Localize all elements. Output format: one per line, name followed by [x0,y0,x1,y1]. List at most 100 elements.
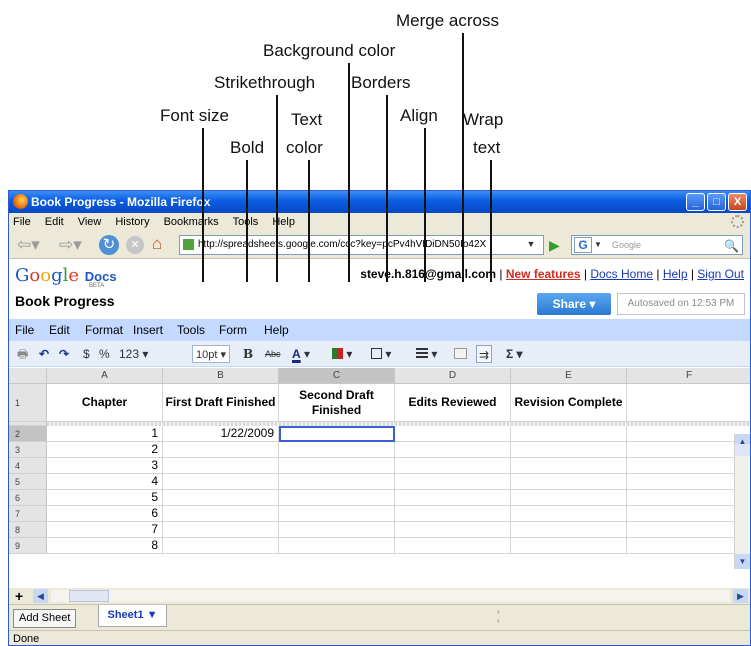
align-button[interactable]: ▾ [416,345,437,363]
column-header-b[interactable]: B [163,368,279,384]
header-cell-f[interactable] [627,384,750,422]
row-number[interactable]: 5 [9,474,47,490]
menu-bookmarks[interactable]: Bookmarks [164,213,219,231]
sign-out-link[interactable]: Sign Out [697,267,744,281]
docs-menu-insert[interactable]: Insert [133,319,163,341]
grid-cell[interactable] [163,522,279,538]
number-format-dropdown[interactable]: 123 ▾ [119,345,148,363]
active-cell[interactable] [279,426,395,442]
grid-cell[interactable]: 7 [47,522,163,538]
grid-cell[interactable]: 5 [47,490,163,506]
column-header-d[interactable]: D [395,368,511,384]
vertical-scrollbar[interactable]: ▲ ▼ [734,434,750,569]
docs-menu-tools[interactable]: Tools [177,319,205,341]
grid-cell[interactable]: 1/22/2009 [163,426,279,442]
magnifier-icon[interactable]: 🔍 [724,237,739,255]
grid-cell[interactable]: 4 [47,474,163,490]
print-icon[interactable]: 🖶 [17,345,28,363]
close-button[interactable]: X [728,193,747,211]
grid-cell[interactable]: 3 [47,458,163,474]
splitter-icon[interactable]: › ‹ [497,607,500,625]
grid-cell[interactable]: 6 [47,506,163,522]
grid-cell[interactable] [279,522,395,538]
minimize-button[interactable]: _ [686,193,705,211]
scroll-right-icon[interactable]: ▶ [733,589,748,603]
document-title[interactable]: Book Progress [15,293,115,309]
redo-icon[interactable]: ↷ [59,345,69,363]
menu-edit[interactable]: Edit [45,213,64,231]
grid-cell[interactable]: 1 [47,426,163,442]
back-arrow-icon[interactable]: ⇦▾ [17,235,40,255]
url-dropdown-icon[interactable]: ▼ [524,236,538,252]
grid-cell[interactable] [511,458,627,474]
grid-cell[interactable] [279,538,395,554]
docs-menu-edit[interactable]: Edit [49,319,70,341]
stop-icon[interactable]: ✕ [126,236,144,254]
grid-cell[interactable] [627,522,750,538]
row-number[interactable]: 8 [9,522,47,538]
text-color-button[interactable]: A ▾ [292,345,310,363]
docs-menu-format[interactable]: Format [85,319,123,341]
row-number[interactable]: 9 [9,538,47,554]
grid-cell[interactable] [511,506,627,522]
grid-cell[interactable] [163,442,279,458]
docs-menu-file[interactable]: File [15,319,34,341]
menu-history[interactable]: History [115,213,149,231]
grid-cell[interactable] [279,490,395,506]
grid-cell[interactable]: 8 [47,538,163,554]
add-rows-button[interactable]: + [15,588,23,604]
corner-cell[interactable] [9,368,47,384]
scroll-down-icon[interactable]: ▼ [735,554,750,569]
help-link[interactable]: Help [663,267,688,281]
grid-cell[interactable] [511,538,627,554]
menu-file[interactable]: File [13,213,31,231]
grid-cell[interactable] [395,522,511,538]
docs-menu-help[interactable]: Help [264,319,289,341]
vertical-scroll-thumb[interactable] [735,444,750,456]
grid-cell[interactable] [395,474,511,490]
wrap-text-button[interactable]: ⇉ [476,345,493,363]
forward-arrow-icon[interactable]: ⇨▾ [59,235,82,255]
grid-cell[interactable] [163,538,279,554]
bold-button[interactable]: B [243,345,253,363]
font-size-dropdown[interactable]: 10pt ▾ [192,345,230,363]
grid-cell[interactable] [279,506,395,522]
row-number[interactable]: 6 [9,490,47,506]
borders-button[interactable]: ▾ [371,345,391,363]
grid-cell[interactable] [279,458,395,474]
reload-icon[interactable]: ↻ [99,235,119,255]
docs-menu-form[interactable]: Form [219,319,247,341]
row-number[interactable]: 4 [9,458,47,474]
sheet-tab-sheet1[interactable]: Sheet1 ▼ [98,605,167,627]
scroll-left-icon[interactable]: ◀ [33,589,48,603]
grid-cell[interactable] [627,426,750,442]
column-header-a[interactable]: A [47,368,163,384]
grid-cell[interactable] [627,442,750,458]
grid-cell[interactable] [395,538,511,554]
grid-cell[interactable] [511,442,627,458]
horizontal-scrollbar[interactable] [51,590,730,602]
home-icon[interactable]: ⌂ [152,234,162,254]
grid-cell[interactable] [627,490,750,506]
grid-cell[interactable] [395,458,511,474]
header-cell-edits-reviewed[interactable]: Edits Reviewed [395,384,511,422]
grid-cell[interactable] [627,538,750,554]
go-arrow-icon[interactable]: ▶ [549,237,560,254]
grid-cell[interactable] [395,506,511,522]
column-header-e[interactable]: E [511,368,627,384]
grid-cell[interactable] [395,426,511,442]
grid-cell[interactable] [163,474,279,490]
background-color-button[interactable]: ▾ [332,345,352,363]
title-bar[interactable]: Book Progress - Mozilla Firefox _ □ X [9,191,750,213]
row-number[interactable]: 2 [9,426,47,442]
percent-format-button[interactable]: % [99,345,110,363]
grid-cell[interactable]: 2 [47,442,163,458]
share-button[interactable]: Share ▾ [537,293,611,315]
menu-view[interactable]: View [78,213,102,231]
undo-icon[interactable]: ↶ [39,345,49,363]
grid-cell[interactable] [511,490,627,506]
column-header-f[interactable]: F [627,368,750,384]
grid-cell[interactable] [511,426,627,442]
grid-cell[interactable] [395,442,511,458]
search-engine-icon[interactable]: G [574,237,592,253]
